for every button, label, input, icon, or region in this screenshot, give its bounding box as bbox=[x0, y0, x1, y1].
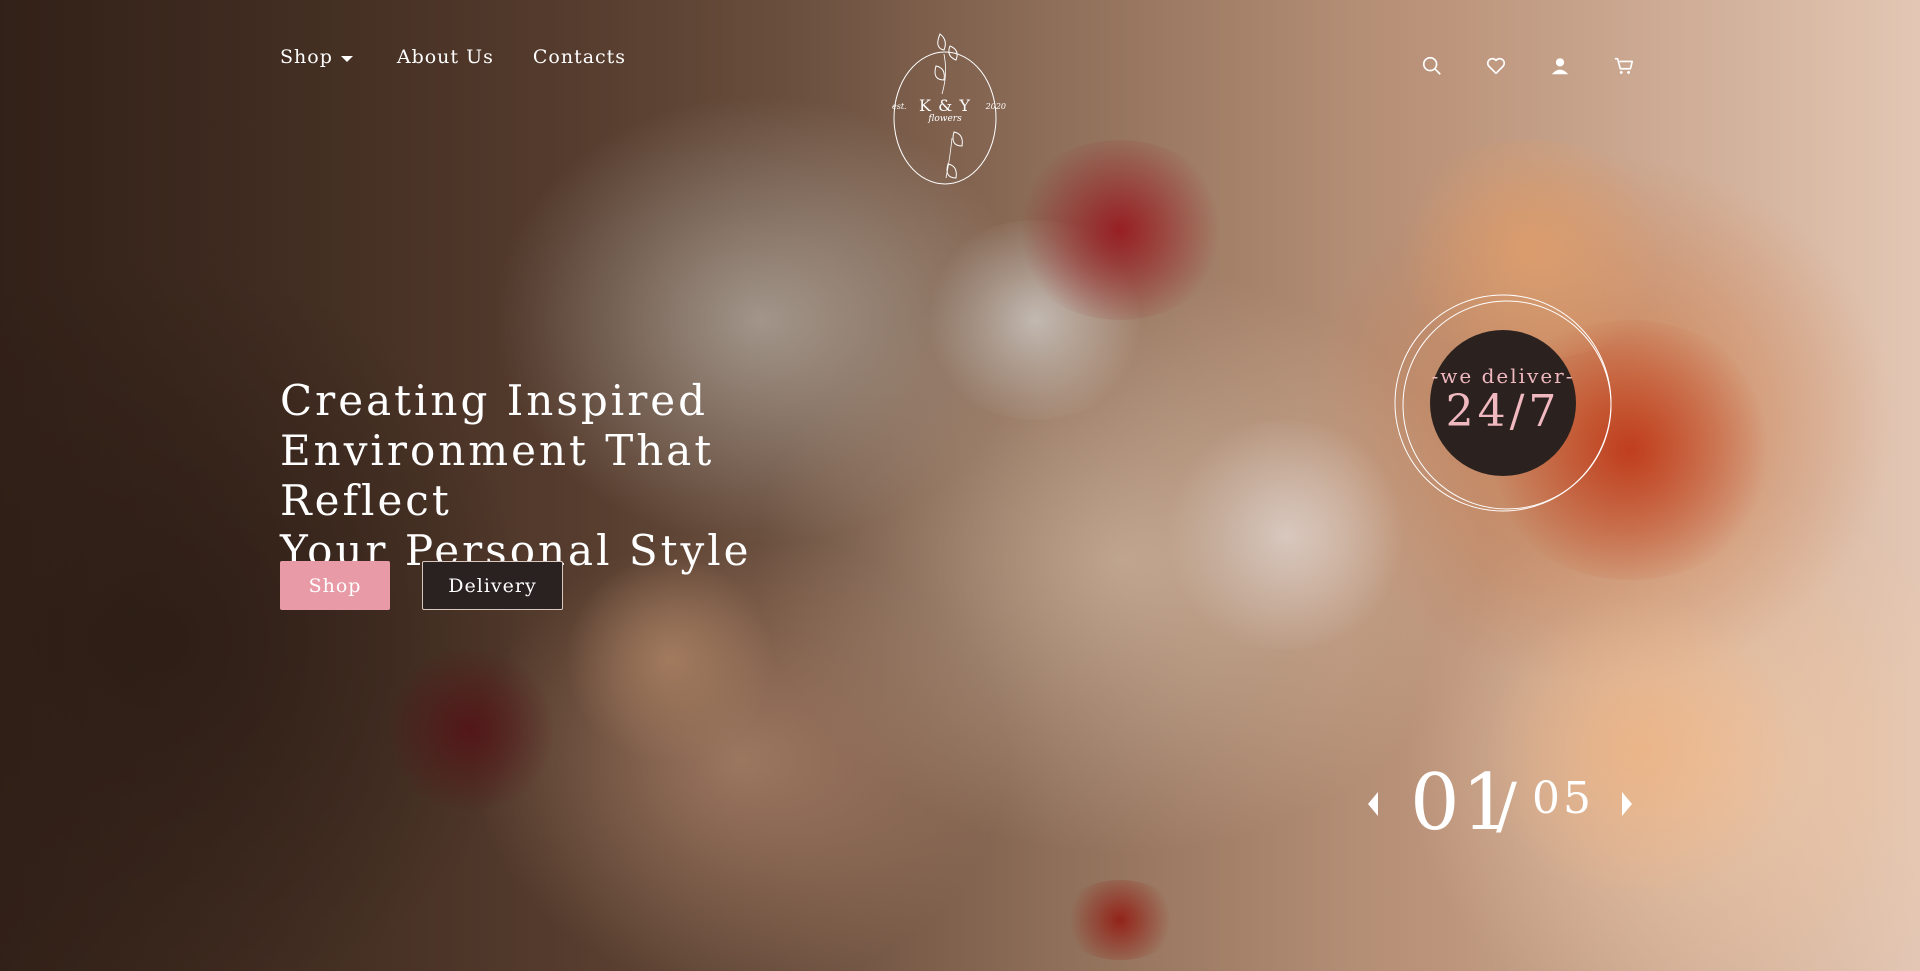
user-icon[interactable] bbox=[1548, 54, 1572, 78]
hero-title: Creating Inspired Environment That Refle… bbox=[280, 376, 860, 576]
total-slides: 05 bbox=[1532, 773, 1594, 824]
prev-slide-icon[interactable] bbox=[1368, 792, 1378, 816]
nav-shop-link[interactable]: Shop bbox=[280, 46, 353, 68]
search-icon[interactable] bbox=[1420, 54, 1444, 78]
nav-contacts-link[interactable]: Contacts bbox=[533, 46, 626, 68]
badge-main-text: 24/7 bbox=[1445, 386, 1561, 437]
hero-title-line-1: Creating Inspired bbox=[280, 376, 709, 425]
header-actions bbox=[1420, 54, 1676, 78]
brand-logo[interactable]: est. K & Y flowers 2020 bbox=[880, 28, 1010, 192]
logo-sub: flowers bbox=[928, 114, 962, 124]
slide-separator: / bbox=[1496, 769, 1517, 842]
slide-counter: 01 / 05 bbox=[1366, 756, 1636, 852]
badge-top-text: -we deliver- bbox=[1431, 364, 1575, 388]
nav-shop-label: Shop bbox=[280, 46, 333, 68]
logo-year: 2020 bbox=[985, 102, 1006, 111]
shop-button[interactable]: Shop bbox=[280, 561, 390, 610]
main-nav: Shop About Us Contacts bbox=[280, 46, 626, 68]
hero-title-line-2: Environment That Reflect bbox=[280, 426, 715, 525]
next-slide-icon[interactable] bbox=[1622, 792, 1632, 816]
delivery-badge: -we deliver- 24/7 bbox=[1390, 294, 1616, 520]
nav-about-link[interactable]: About Us bbox=[397, 46, 494, 68]
chevron-down-icon bbox=[340, 55, 353, 62]
delivery-button[interactable]: Delivery bbox=[422, 561, 563, 610]
heart-icon[interactable] bbox=[1484, 54, 1508, 78]
cart-icon[interactable] bbox=[1612, 54, 1636, 78]
